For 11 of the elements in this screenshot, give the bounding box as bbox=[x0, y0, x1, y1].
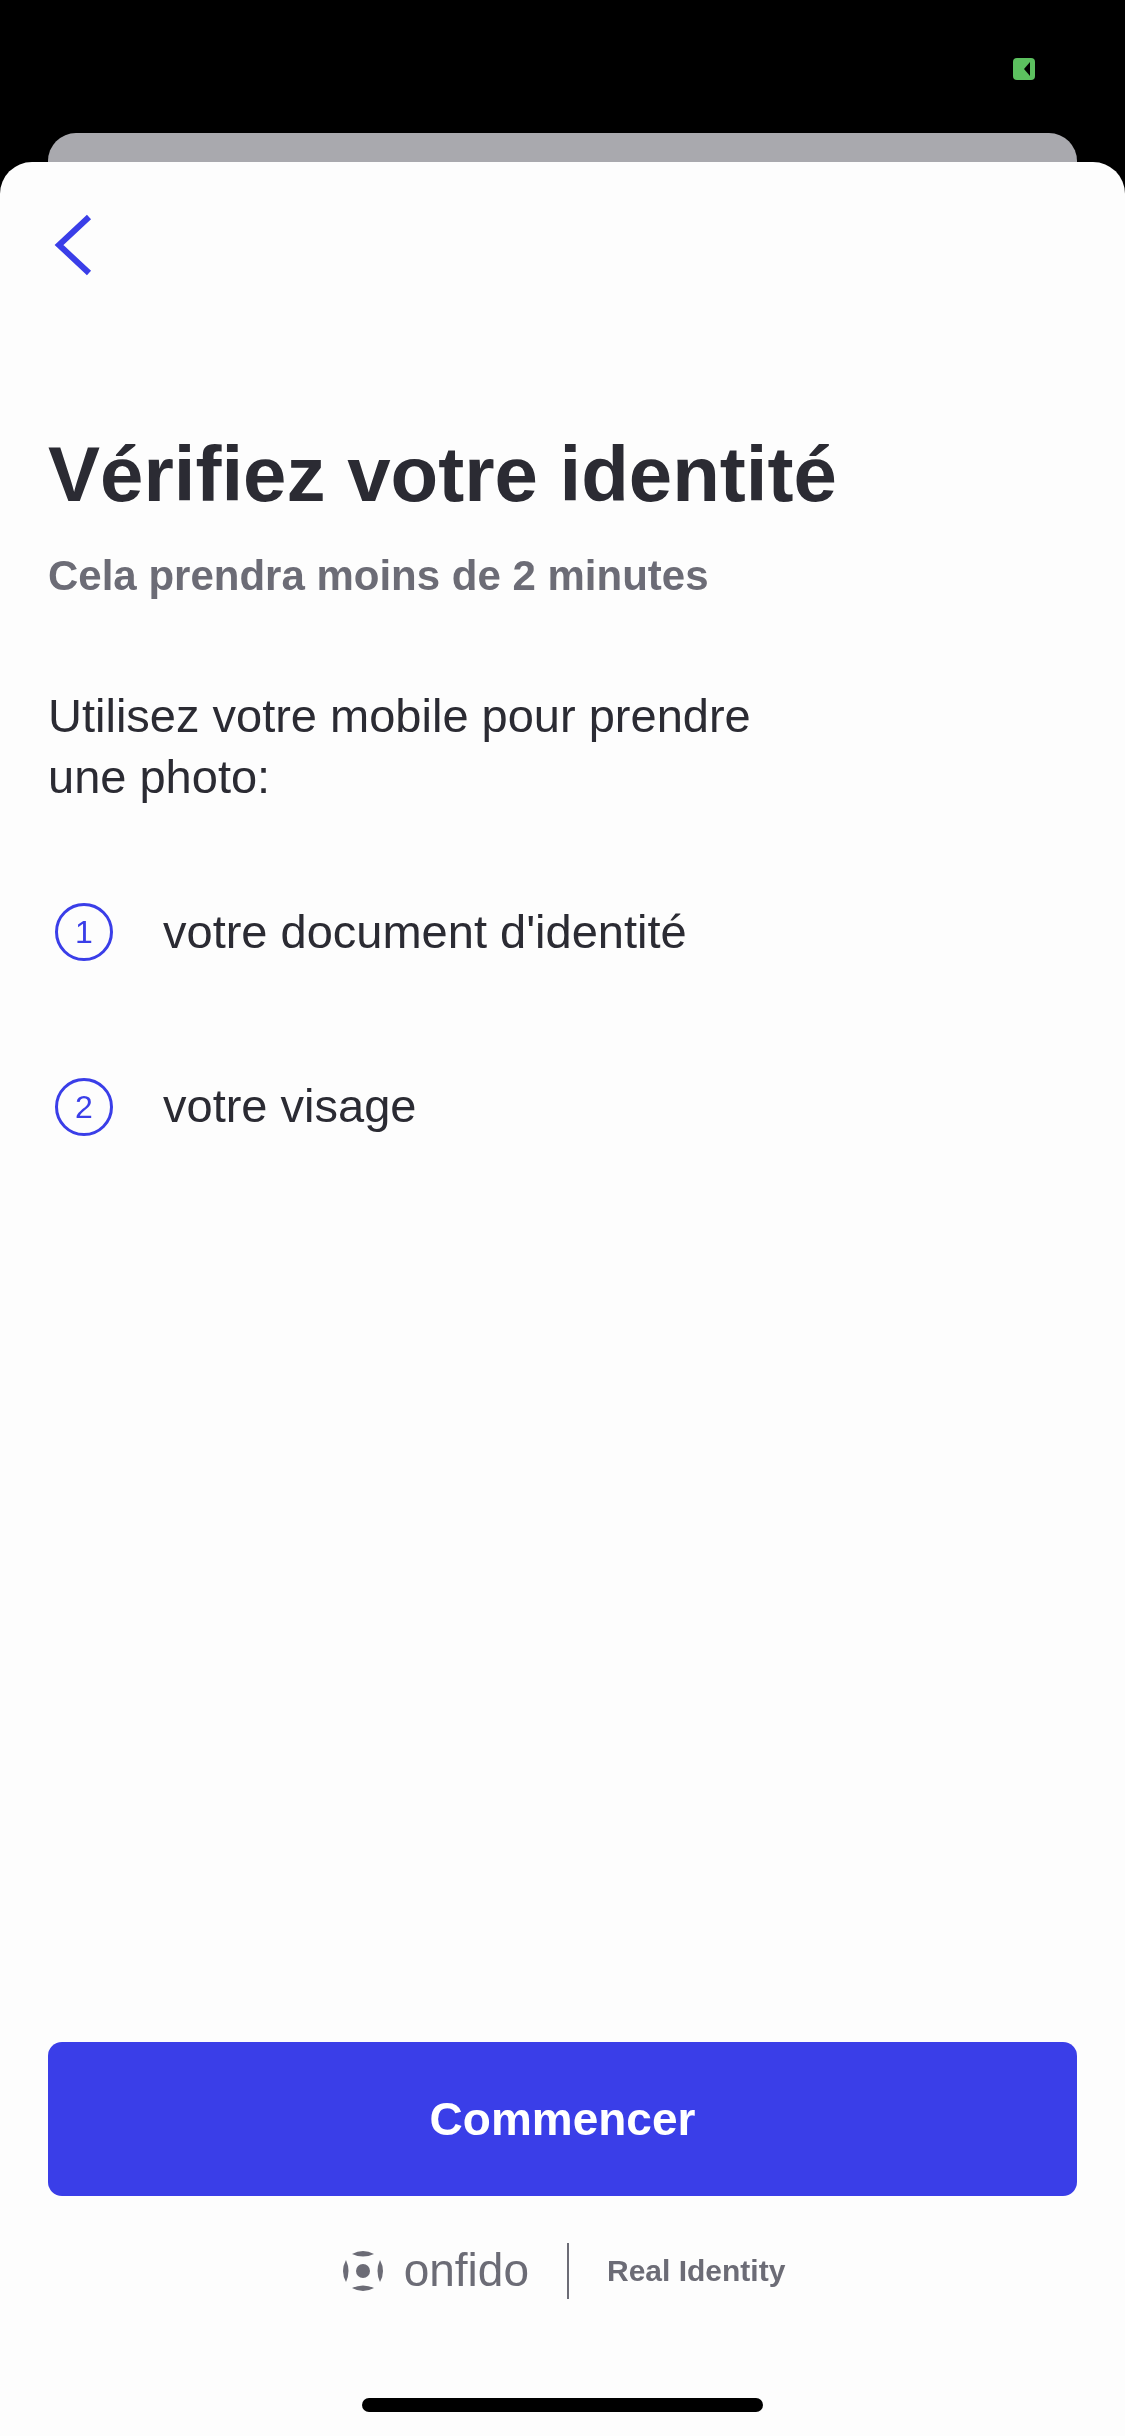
battery-icon bbox=[1013, 58, 1035, 80]
page-subtitle: Cela prendra moins de 2 minutes bbox=[48, 550, 710, 601]
tagline: Real Identity bbox=[607, 2253, 786, 2289]
intro-text: Utilisez votre mobile pour prendre une photo: bbox=[48, 687, 752, 805]
page-title: Vérifiez votre identité bbox=[48, 429, 838, 520]
step-label: votre document d'identité bbox=[163, 903, 687, 960]
step-number: 2 bbox=[55, 1077, 113, 1136]
step-number: 1 bbox=[55, 903, 113, 962]
brand-name: onfido bbox=[403, 2243, 529, 2298]
start-button[interactable]: Commencer bbox=[48, 2042, 1077, 2196]
step-label: votre visage bbox=[163, 1078, 417, 1135]
